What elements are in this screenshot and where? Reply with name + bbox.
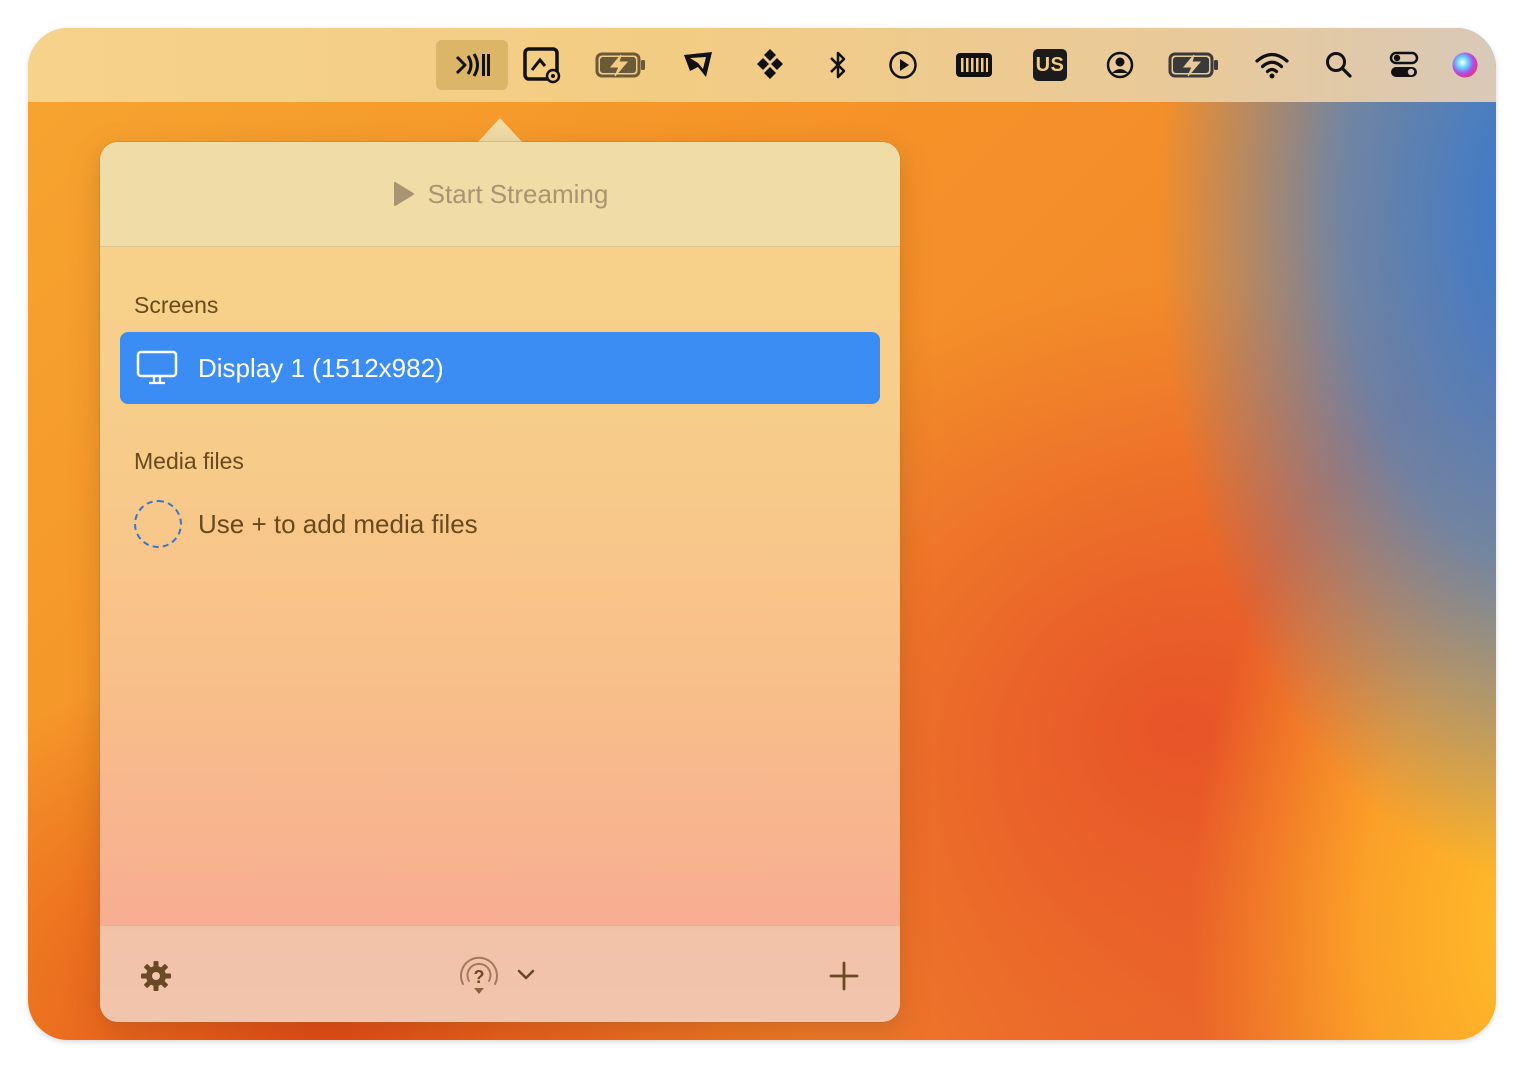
empty-placeholder-icon	[134, 500, 182, 548]
airplay-unknown-icon: ?	[460, 956, 498, 994]
bluetooth-icon[interactable]	[823, 40, 853, 90]
monitor-icon	[136, 350, 178, 385]
media-empty-text: Use + to add media files	[198, 508, 478, 539]
svg-text:?: ?	[474, 967, 485, 987]
menu-bar: US	[28, 28, 1496, 102]
screen-item-display-1[interactable]: Display 1 (1512x982)	[120, 332, 880, 404]
play-circle-icon[interactable]	[886, 40, 920, 90]
screen-item-label: Display 1 (1512x982)	[198, 352, 444, 383]
battery-charging-icon[interactable]	[1166, 40, 1222, 90]
control-center-icon[interactable]	[1388, 40, 1420, 90]
receiver-selector[interactable]: ?	[452, 952, 542, 998]
battery-charging-icon[interactable]	[593, 40, 649, 90]
play-icon	[393, 182, 414, 206]
desktop: US Start Streaming Screens Display 1 (15…	[28, 28, 1496, 1040]
search-icon[interactable]	[1324, 40, 1354, 90]
start-streaming-button[interactable]: Start Streaming	[392, 178, 609, 210]
settings-gear-icon[interactable]	[136, 956, 176, 996]
screen-capture-icon[interactable]	[520, 40, 564, 90]
media-section-label: Media files	[134, 448, 244, 474]
wifi-icon[interactable]	[1254, 40, 1290, 90]
keyboard-layout-label: US	[1033, 49, 1067, 81]
popover-header: Start Streaming	[100, 142, 900, 247]
screens-section-label: Screens	[134, 292, 219, 318]
keyboard-layout-icon[interactable]: US	[1032, 40, 1068, 90]
cursor-arrow-icon[interactable]	[678, 40, 718, 90]
stream-popover: Start Streaming Screens Display 1 (1512x…	[100, 142, 900, 1022]
media-empty-state: Use + to add media files	[134, 500, 478, 548]
memory-icon[interactable]	[954, 40, 994, 90]
user-account-icon[interactable]	[1104, 40, 1136, 90]
start-streaming-label: Start Streaming	[427, 178, 609, 209]
popover-footer: ?	[100, 925, 900, 1022]
dots-grid-icon[interactable]	[750, 40, 790, 90]
chevron-down-icon	[517, 969, 535, 980]
plus-icon	[829, 961, 859, 991]
add-media-button[interactable]	[824, 956, 864, 996]
siri-icon[interactable]	[1450, 40, 1480, 90]
airplay-stream-icon[interactable]	[436, 40, 508, 90]
popover-arrow	[476, 118, 524, 144]
